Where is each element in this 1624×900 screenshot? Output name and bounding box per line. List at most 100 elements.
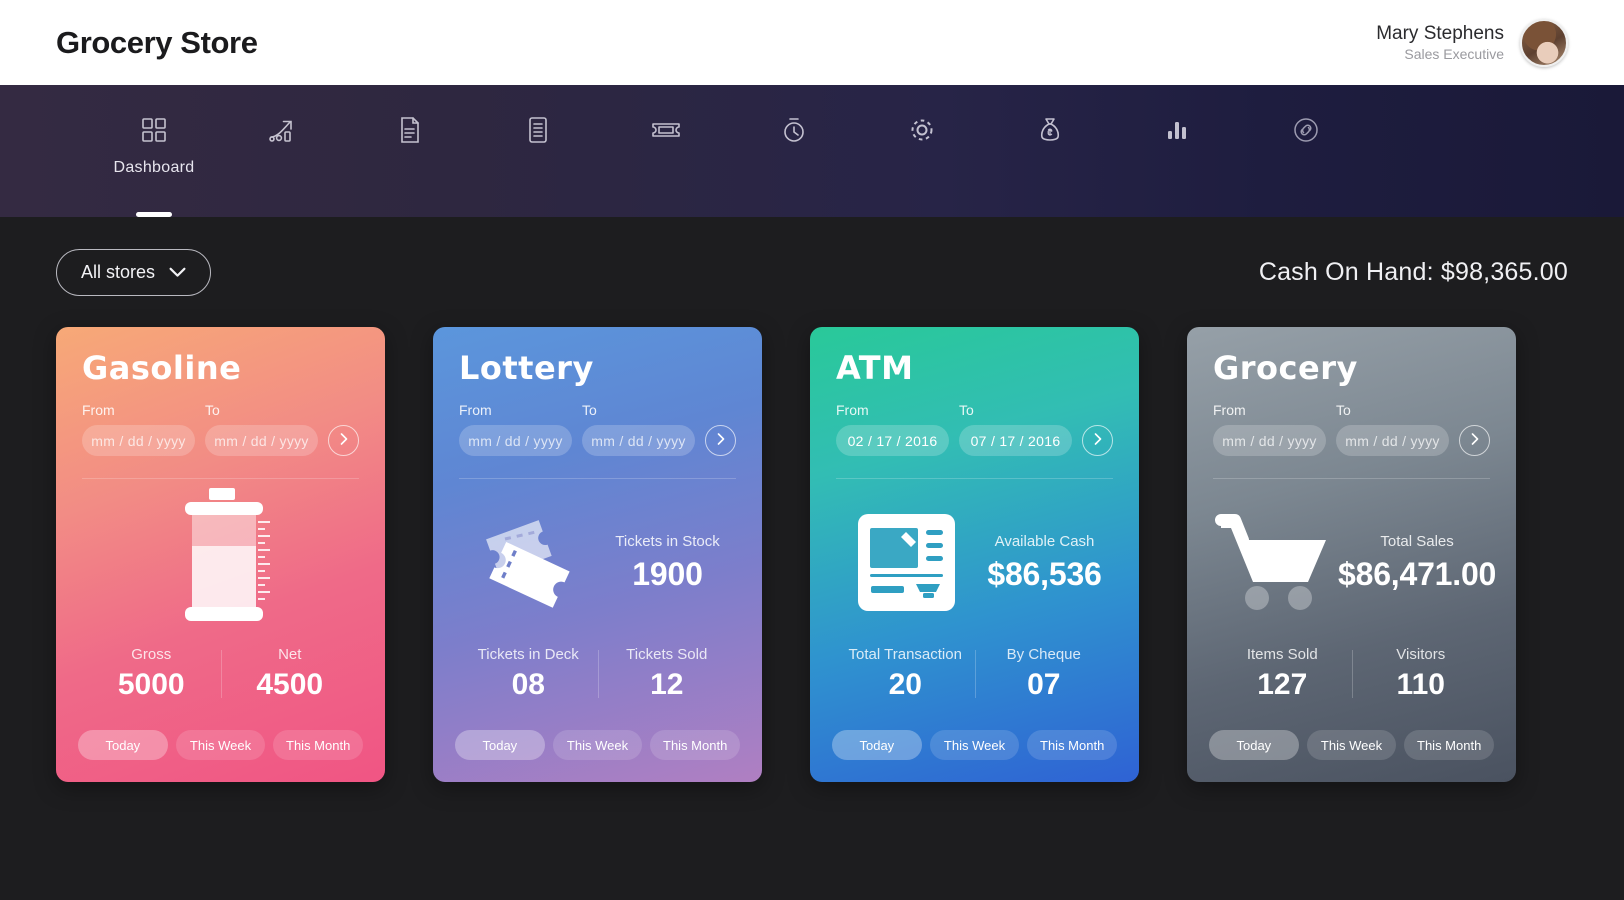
money-bag-icon (1038, 115, 1062, 145)
chevron-down-icon (169, 262, 186, 283)
from-field: From mm / dd / yyyy (459, 402, 572, 457)
range-this-week-button[interactable]: This Week (552, 730, 643, 760)
stat-value: 07 (1027, 668, 1061, 701)
sidebar-item-dashboard[interactable]: Dashboard (90, 85, 218, 217)
sidebar-item-growth[interactable] (218, 85, 346, 217)
stat-label: By Cheque (1006, 646, 1081, 663)
stat-value: 4500 (256, 668, 324, 701)
range-this-month-button[interactable]: This Month (273, 730, 364, 760)
from-field: From mm / dd / yyyy (1213, 402, 1326, 457)
sidebar-item-settings[interactable] (858, 85, 986, 217)
to-date-input[interactable]: mm / dd / yyyy (205, 425, 318, 457)
range-today-button[interactable]: Today (1209, 730, 1299, 760)
from-label: From (836, 402, 869, 419)
card-headline: Available Cash $86,536 (976, 533, 1113, 593)
from-label: From (82, 402, 115, 419)
metric-cards-row: Gasoline From mm / dd / yyyy To mm / dd … (56, 327, 1568, 782)
range-this-month-button[interactable]: This Month (1404, 730, 1495, 760)
ticket-icon (651, 115, 681, 145)
from-field: From mm / dd / yyyy (82, 402, 195, 457)
card-visual-area: Tickets in Stock 1900 (433, 479, 762, 646)
card-stats: Items Sold 127 Visitors 110 (1187, 646, 1516, 702)
to-field: To 07 / 17 / 2016 (959, 402, 1072, 457)
range-this-week-button[interactable]: This Week (929, 730, 1020, 760)
top-header-bar: Grocery Store Mary Stephens Sales Execut… (0, 0, 1624, 85)
chevron-right-icon (1471, 432, 1479, 450)
cash-on-hand-value: Cash On Hand: $98,365.00 (1258, 257, 1568, 286)
from-date-input[interactable]: mm / dd / yyyy (82, 425, 195, 457)
date-range-row: From mm / dd / yyyy To mm / dd / yyyy (82, 402, 359, 457)
stat-label: Tickets Sold (626, 646, 708, 663)
sidebar-item-timer[interactable] (730, 85, 858, 217)
range-this-month-button[interactable]: This Month (650, 730, 741, 760)
dashboard-content: All stores Cash On Hand: $98,365.00 Gaso… (0, 217, 1624, 782)
date-range-row: From mm / dd / yyyy To mm / dd / yyyy (459, 402, 736, 457)
card-header: ATM From 02 / 17 / 2016 To 07 / 17 / 201… (810, 327, 1139, 480)
headline-value: 1900 (632, 555, 703, 592)
atm-machine-icon (836, 510, 976, 615)
chevron-right-icon (1094, 432, 1102, 450)
date-range-row: From mm / dd / yyyy To mm / dd / yyyy (1213, 402, 1490, 457)
card-title: Grocery (1213, 349, 1358, 387)
range-this-week-button[interactable]: This Week (1306, 730, 1397, 760)
card-title: Gasoline (82, 349, 242, 387)
stat-label: Net (278, 646, 302, 663)
range-this-week-button[interactable]: This Week (175, 730, 266, 760)
range-today-button[interactable]: Today (78, 730, 168, 760)
sidebar-item-list[interactable] (474, 85, 602, 217)
range-today-button[interactable]: Today (455, 730, 545, 760)
sidebar-item-cash[interactable] (986, 85, 1114, 217)
to-date-input[interactable]: 07 / 17 / 2016 (959, 425, 1072, 457)
card-lottery: Lottery From mm / dd / yyyy To mm / dd /… (433, 327, 762, 782)
card-header: Lottery From mm / dd / yyyy To mm / dd /… (433, 327, 762, 480)
range-this-month-button[interactable]: This Month (1027, 730, 1118, 760)
range-today-button[interactable]: Today (832, 730, 922, 760)
card-header: Grocery From mm / dd / yyyy To mm / dd /… (1187, 327, 1516, 480)
from-label: From (1213, 402, 1246, 419)
apply-date-range-button[interactable] (705, 425, 736, 457)
apply-date-range-button[interactable] (328, 425, 359, 457)
stat-label: Gross (131, 646, 172, 663)
apply-date-range-button[interactable] (1459, 425, 1490, 457)
user-role: Sales Executive (1404, 45, 1504, 62)
chevron-right-icon (340, 432, 348, 450)
list-lines-icon (526, 115, 550, 145)
from-date-input[interactable]: mm / dd / yyyy (459, 425, 572, 457)
growth-chart-arrow-icon (268, 115, 296, 145)
sidebar-item-links[interactable] (1242, 85, 1370, 217)
from-date-input[interactable]: mm / dd / yyyy (1213, 425, 1326, 457)
card-header: Gasoline From mm / dd / yyyy To mm / dd … (56, 327, 385, 480)
stat-value: 08 (511, 668, 545, 701)
sidebar-item-analytics[interactable] (1114, 85, 1242, 217)
to-field: To mm / dd / yyyy (1336, 402, 1449, 457)
stat-value: 127 (1257, 668, 1308, 701)
shopping-cart-icon (1213, 510, 1338, 615)
active-tab-indicator (136, 212, 172, 217)
from-date-input[interactable]: 02 / 17 / 2016 (836, 425, 949, 457)
store-filter-label: All stores (81, 261, 156, 282)
to-date-input[interactable]: mm / dd / yyyy (1336, 425, 1449, 457)
stat-label: Total Transaction (848, 646, 962, 663)
user-name: Mary Stephens (1376, 22, 1504, 44)
avatar[interactable] (1520, 18, 1568, 67)
sidebar-item-tickets[interactable] (602, 85, 730, 217)
main-navigation: Dashboard (0, 85, 1624, 217)
store-filter-dropdown[interactable]: All stores (56, 248, 212, 296)
stat-label: Items Sold (1246, 646, 1318, 663)
link-chain-icon (1292, 115, 1320, 145)
user-profile[interactable]: Mary Stephens Sales Executive (1376, 18, 1568, 67)
stat-item: By Cheque 07 (974, 646, 1114, 702)
from-label: From (459, 402, 492, 419)
stat-value: 110 (1396, 668, 1445, 701)
from-field: From 02 / 17 / 2016 (836, 402, 949, 457)
card-headline: Total Sales $86,471.00 (1338, 533, 1496, 593)
apply-date-range-button[interactable] (1082, 425, 1113, 457)
stat-item: Items Sold 127 (1213, 646, 1352, 702)
card-stats: Total Transaction 20 By Cheque 07 (810, 646, 1139, 702)
to-field: To mm / dd / yyyy (582, 402, 695, 457)
stat-item: Visitors 110 (1351, 646, 1491, 702)
to-date-input[interactable]: mm / dd / yyyy (582, 425, 695, 457)
stat-label: Tickets in Deck (477, 646, 579, 663)
sidebar-item-label: Dashboard (113, 159, 195, 176)
sidebar-item-reports[interactable] (346, 85, 474, 217)
